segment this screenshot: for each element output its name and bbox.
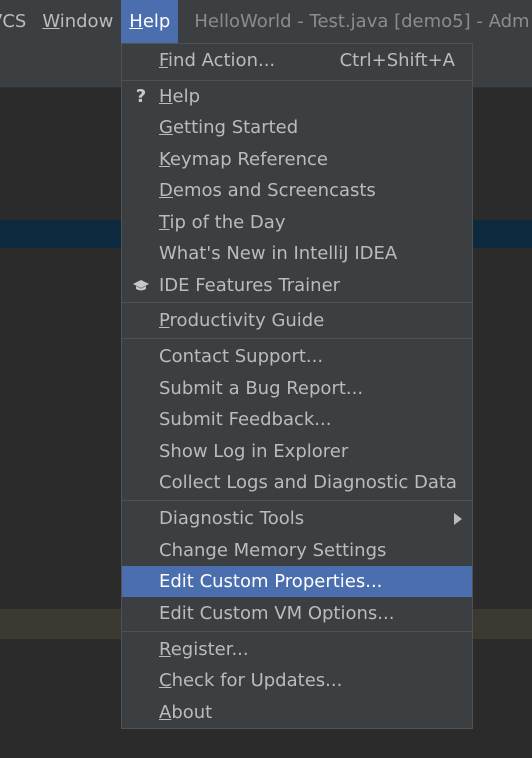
menu-item-label: Edit Custom VM Options... [159, 603, 395, 624]
menu-window[interactable]: Window [34, 0, 121, 43]
menu-separator [122, 338, 472, 339]
menu-item-diagnostic-tools[interactable]: Diagnostic Tools [122, 503, 472, 534]
menu-item-label: About [159, 702, 213, 723]
menu-item-submit-bug[interactable]: Submit a Bug Report... [122, 373, 472, 404]
menu-item-edit-vm-options[interactable]: Edit Custom VM Options... [122, 598, 472, 629]
menu-item-getting-started[interactable]: Getting Started [122, 112, 472, 143]
menu-item-change-memory[interactable]: Change Memory Settings [122, 535, 472, 566]
menu-separator [122, 500, 472, 501]
menu-item-label: Help [159, 86, 201, 107]
menu-item-label: Edit Custom Properties... [159, 571, 383, 592]
menu-item-label: Contact Support... [159, 346, 324, 367]
menu-item-productivity-guide[interactable]: Productivity Guide [122, 305, 472, 336]
shortcut-label: Ctrl+Shift+A [339, 50, 455, 71]
menu-item-keymap-reference[interactable]: Keymap Reference [122, 144, 472, 175]
menu-item-ide-features-trainer[interactable]: IDE Features Trainer [122, 270, 472, 301]
help-dropdown-menu: Find Action... Ctrl+Shift+A ? Help Getti… [121, 43, 473, 729]
menu-item-whats-new[interactable]: What's New in IntelliJ IDEA [122, 238, 472, 269]
menu-item-check-updates[interactable]: Check for Updates... [122, 665, 472, 696]
menu-item-register[interactable]: Register... [122, 634, 472, 665]
menu-item-find-action[interactable]: Find Action... Ctrl+Shift+A [122, 45, 472, 76]
chevron-right-icon [454, 512, 462, 525]
menu-item-label: Diagnostic Tools [159, 508, 305, 529]
menu-item-help[interactable]: ? Help [122, 81, 472, 112]
menu-item-about[interactable]: About [122, 697, 472, 728]
menu-bar: VCS Window Help HelloWorld - Test.java [… [0, 0, 532, 43]
menu-item-demos[interactable]: Demos and Screencasts [122, 175, 472, 206]
menu-item-submit-feedback[interactable]: Submit Feedback... [122, 404, 472, 435]
menu-item-label: Tip of the Day [159, 212, 286, 233]
menu-item-label: Change Memory Settings [159, 540, 387, 561]
menu-item-label: Keymap Reference [159, 149, 329, 170]
menu-item-label: Getting Started [159, 117, 299, 138]
menu-item-label: What's New in IntelliJ IDEA [159, 243, 398, 264]
question-mark-icon: ? [135, 86, 147, 107]
menu-separator [122, 302, 472, 303]
menu-item-show-log[interactable]: Show Log in Explorer [122, 436, 472, 467]
menu-item-label: IDE Features Trainer [159, 275, 341, 296]
menu-item-label: Productivity Guide [159, 310, 325, 331]
menu-item-label: Register... [159, 639, 249, 660]
menu-item-label: Demos and Screencasts [159, 180, 376, 201]
menu-item-collect-logs[interactable]: Collect Logs and Diagnostic Data [122, 467, 472, 498]
ide-window: VCS Window Help HelloWorld - Test.java [… [0, 0, 532, 758]
menu-item-edit-custom-properties[interactable]: Edit Custom Properties... [122, 566, 472, 597]
menu-item-label: Submit a Bug Report... [159, 378, 364, 399]
menu-item-label: Collect Logs and Diagnostic Data [159, 472, 457, 493]
menu-item-tip-of-the-day[interactable]: Tip of the Day [122, 207, 472, 238]
menu-help[interactable]: Help [121, 0, 179, 43]
menu-separator [122, 631, 472, 632]
menu-item-label: Show Log in Explorer [159, 441, 349, 462]
menu-item-label: Submit Feedback... [159, 409, 332, 430]
window-title: HelloWorld - Test.java [demo5] - Adm [194, 11, 530, 32]
menu-item-contact-support[interactable]: Contact Support... [122, 341, 472, 372]
graduation-cap-icon [132, 277, 150, 295]
menu-item-label: Check for Updates... [159, 670, 343, 691]
menu-vcs[interactable]: VCS [0, 0, 34, 43]
menu-item-label: Find Action... [159, 50, 276, 71]
